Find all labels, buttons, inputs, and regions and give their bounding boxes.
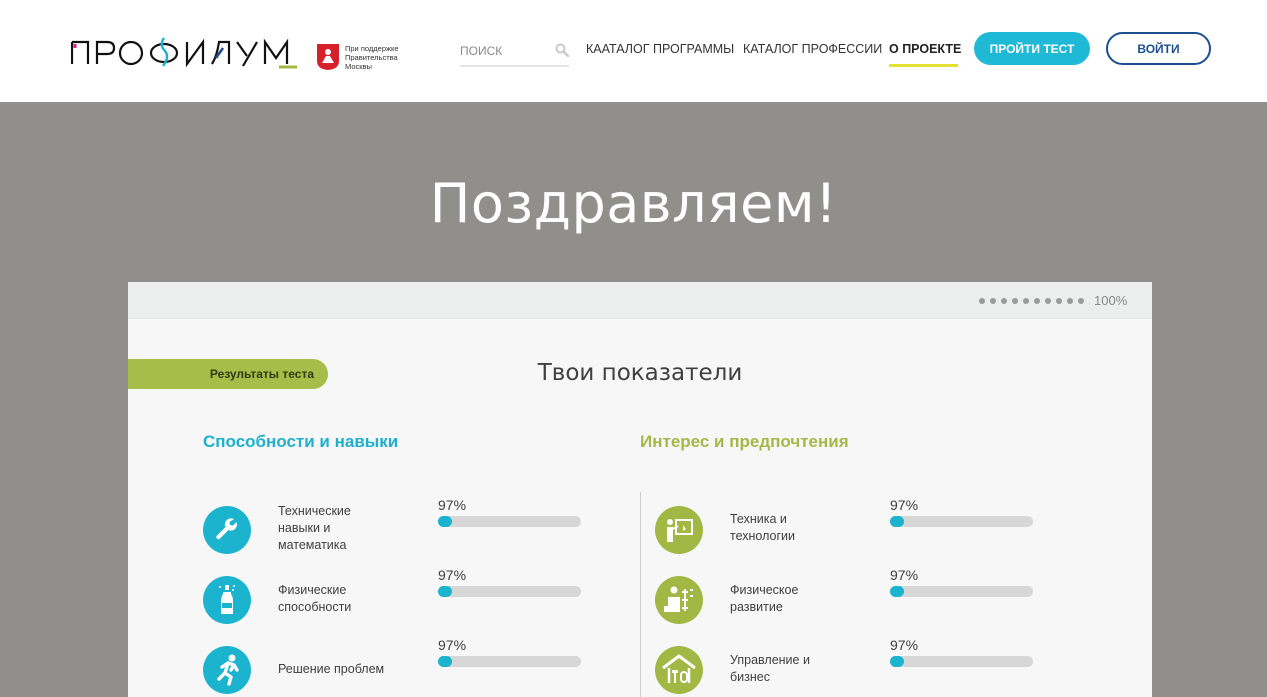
- abilities-title: Способности и навыки: [203, 432, 399, 451]
- ability-percent: 97%: [438, 567, 467, 583]
- take-test-button[interactable]: ПРОЙТИ ТЕСТ: [974, 32, 1090, 65]
- progress-percent: 100%: [1094, 293, 1128, 308]
- wrench-icon: [203, 506, 251, 554]
- card-title: Твои показатели: [537, 360, 743, 386]
- progress-dots: [979, 298, 1084, 304]
- interest-progress-bar: [890, 516, 1033, 527]
- ability-progress-fill: [438, 586, 452, 597]
- interest-progress-bar: [890, 586, 1033, 597]
- progress-dot: [1067, 298, 1073, 304]
- logo-graphic: [71, 37, 297, 69]
- active-nav-indicator: [889, 64, 958, 67]
- runner-icon: [203, 646, 251, 694]
- ability-progress-fill: [438, 656, 452, 667]
- nav-about-project[interactable]: О ПРОЕКТЕ: [889, 42, 961, 56]
- interest-progress-fill: [890, 656, 904, 667]
- login-button[interactable]: ВОЙТИ: [1106, 32, 1211, 65]
- ability-progress-bar: [438, 656, 581, 667]
- interest-percent: 97%: [890, 497, 919, 513]
- moscow-coat-of-arms-icon: [317, 44, 339, 70]
- ability-label: Технические навыки и математика: [278, 504, 351, 552]
- progress-dot: [1001, 298, 1007, 304]
- ability-percent: 97%: [438, 497, 467, 513]
- search-box: [460, 40, 569, 67]
- ability-percent: 97%: [438, 637, 467, 653]
- progress-dot: [1078, 298, 1084, 304]
- progress-dot: [990, 298, 996, 304]
- house-tools-icon: [655, 646, 703, 694]
- ability-label: Решение проблем: [278, 662, 385, 676]
- nav-professions-catalog[interactable]: КАТАЛОГ ПРОФЕССИИ: [743, 42, 882, 56]
- ability-stat: Решение проблем 97%: [203, 637, 583, 696]
- interest-label: Управление и бизнес: [730, 653, 810, 684]
- nav-programs-catalog[interactable]: КААТАЛОГ ПРОГРАММЫ: [586, 42, 734, 56]
- support-line-1: При поддержке: [345, 44, 399, 53]
- progress-dot: [979, 298, 985, 304]
- presenter-icon: [655, 506, 703, 554]
- interest-progress-fill: [890, 516, 904, 527]
- interest-stat: Управление и бизнес 97%: [655, 637, 1035, 696]
- interests-title: Интерес и предпочтения: [640, 432, 849, 451]
- interest-percent: 97%: [890, 567, 919, 583]
- profilum-logo[interactable]: [71, 36, 301, 70]
- bottle-icon: [203, 576, 251, 624]
- interest-stat: Физическое развитие 97%: [655, 567, 1035, 626]
- fitness-icon: [655, 576, 703, 624]
- progress-dot: [1034, 298, 1040, 304]
- support-line-2: Правительства: [345, 53, 398, 62]
- results-card: 100% Результаты теста Твои показатели Сп…: [128, 282, 1152, 697]
- ability-progress-bar: [438, 586, 581, 597]
- progress-dot: [1056, 298, 1062, 304]
- hero-title: Поздравляем!: [429, 172, 838, 235]
- interest-label: Техника и технологии: [730, 512, 796, 543]
- progress-dot: [1023, 298, 1029, 304]
- progress-bar-strip: 100%: [128, 282, 1152, 319]
- government-support-text: При поддержке Правительства Москвы: [345, 44, 415, 71]
- interest-progress-fill: [890, 586, 904, 597]
- ability-progress-fill: [438, 516, 452, 527]
- interest-label: Физическое развитие: [730, 583, 799, 614]
- site-header: При поддержке Правительства Москвы КААТА…: [0, 0, 1267, 102]
- support-line-3: Москвы: [345, 62, 372, 71]
- ability-stat: Технические навыки и математика 97%: [203, 497, 583, 556]
- ability-progress-bar: [438, 516, 581, 527]
- column-divider: [640, 492, 641, 697]
- interest-percent: 97%: [890, 637, 919, 653]
- search-icon[interactable]: [555, 43, 569, 57]
- interest-progress-bar: [890, 656, 1033, 667]
- search-input[interactable]: [460, 40, 550, 62]
- progress-dot: [1012, 298, 1018, 304]
- progress-dot: [1045, 298, 1051, 304]
- interest-stat: Техника и технологии 97%: [655, 497, 1035, 556]
- ability-label: Физические способности: [278, 583, 352, 614]
- ability-stat: Физические способности 97%: [203, 567, 583, 626]
